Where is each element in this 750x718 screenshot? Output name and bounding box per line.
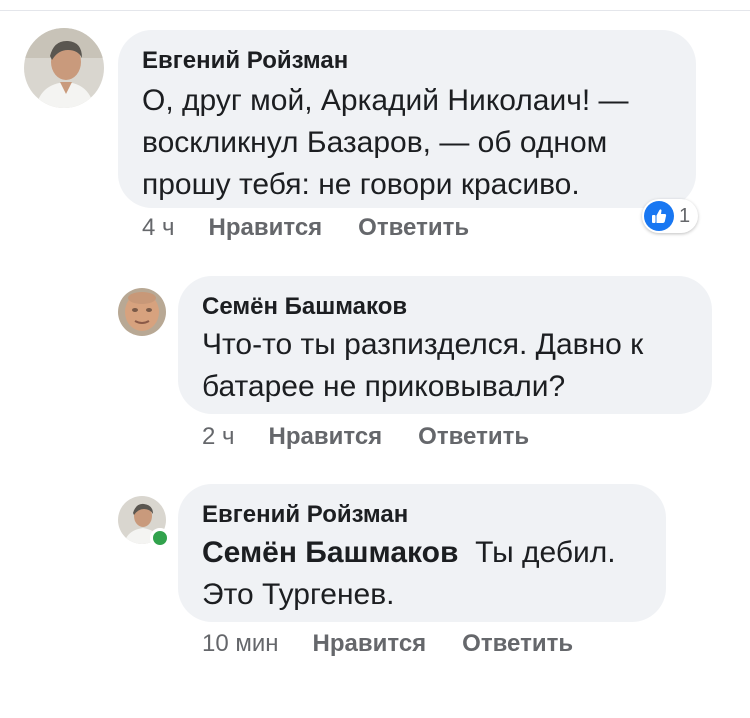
divider <box>0 10 750 11</box>
like-button[interactable]: Нравится <box>269 423 383 451</box>
reply-button[interactable]: Ответить <box>358 214 469 242</box>
avatar-photo <box>118 288 166 336</box>
comment-line: Что-то ты разпизделся. Давно к <box>202 328 644 361</box>
comment-text: Семён Башмаков Ты дебил. Это Тургенев. <box>202 532 642 616</box>
comment-line: прошу тебя: не говори красиво. <box>142 168 580 201</box>
online-status-dot <box>150 528 170 548</box>
reaction-count: 1 <box>679 204 691 227</box>
comment-line: воскликнул Базаров, — об одном <box>142 126 608 159</box>
like-button[interactable]: Нравится <box>209 214 323 242</box>
avatar[interactable] <box>24 28 104 108</box>
comment-line-text: Ты дебил. <box>475 536 616 569</box>
mention-link[interactable]: Семён Башмаков <box>202 536 458 569</box>
like-button[interactable]: Нравится <box>313 630 427 658</box>
reply-button[interactable]: Ответить <box>462 630 573 658</box>
comment-actions: 2 ч Нравится Ответить <box>202 423 529 451</box>
avatar-photo <box>24 28 104 108</box>
avatar[interactable] <box>118 288 166 336</box>
comment-timestamp[interactable]: 10 мин <box>202 630 279 658</box>
comment-author[interactable]: Евгений Ройзман <box>142 46 672 76</box>
comments-thread: Евгений Ройзман О, друг мой, Аркадий Ник… <box>0 0 750 718</box>
comment-author[interactable]: Семён Башмаков <box>202 292 688 322</box>
comment-timestamp[interactable]: 2 ч <box>202 423 235 451</box>
comment-author[interactable]: Евгений Ройзман <box>202 500 642 530</box>
comment-line: О, друг мой, Аркадий Николаич! — <box>142 84 629 117</box>
comment-line: батарее не приковывали? <box>202 370 566 403</box>
comment-line: Это Тургенев. <box>202 578 395 611</box>
comment-bubble: Евгений Ройзман О, друг мой, Аркадий Ник… <box>118 30 696 208</box>
comment-text: О, друг мой, Аркадий Николаич! — восклик… <box>142 80 672 206</box>
comment-actions: 4 ч Нравится Ответить <box>142 214 469 242</box>
reaction-badge[interactable]: 1 <box>642 199 699 233</box>
thumbs-up-icon <box>644 201 674 231</box>
comment-text: Что-то ты разпизделся. Давно к батарее н… <box>202 324 688 408</box>
comment-actions: 10 мин Нравится Ответить <box>202 630 573 658</box>
comment-bubble: Семён Башмаков Что-то ты разпизделся. Да… <box>178 276 712 414</box>
comment-bubble: Евгений Ройзман Семён Башмаков Ты дебил.… <box>178 484 666 622</box>
comment-line: Семён Башмаков Ты дебил. <box>202 532 642 574</box>
comment-timestamp[interactable]: 4 ч <box>142 214 175 242</box>
reply-button[interactable]: Ответить <box>418 423 529 451</box>
